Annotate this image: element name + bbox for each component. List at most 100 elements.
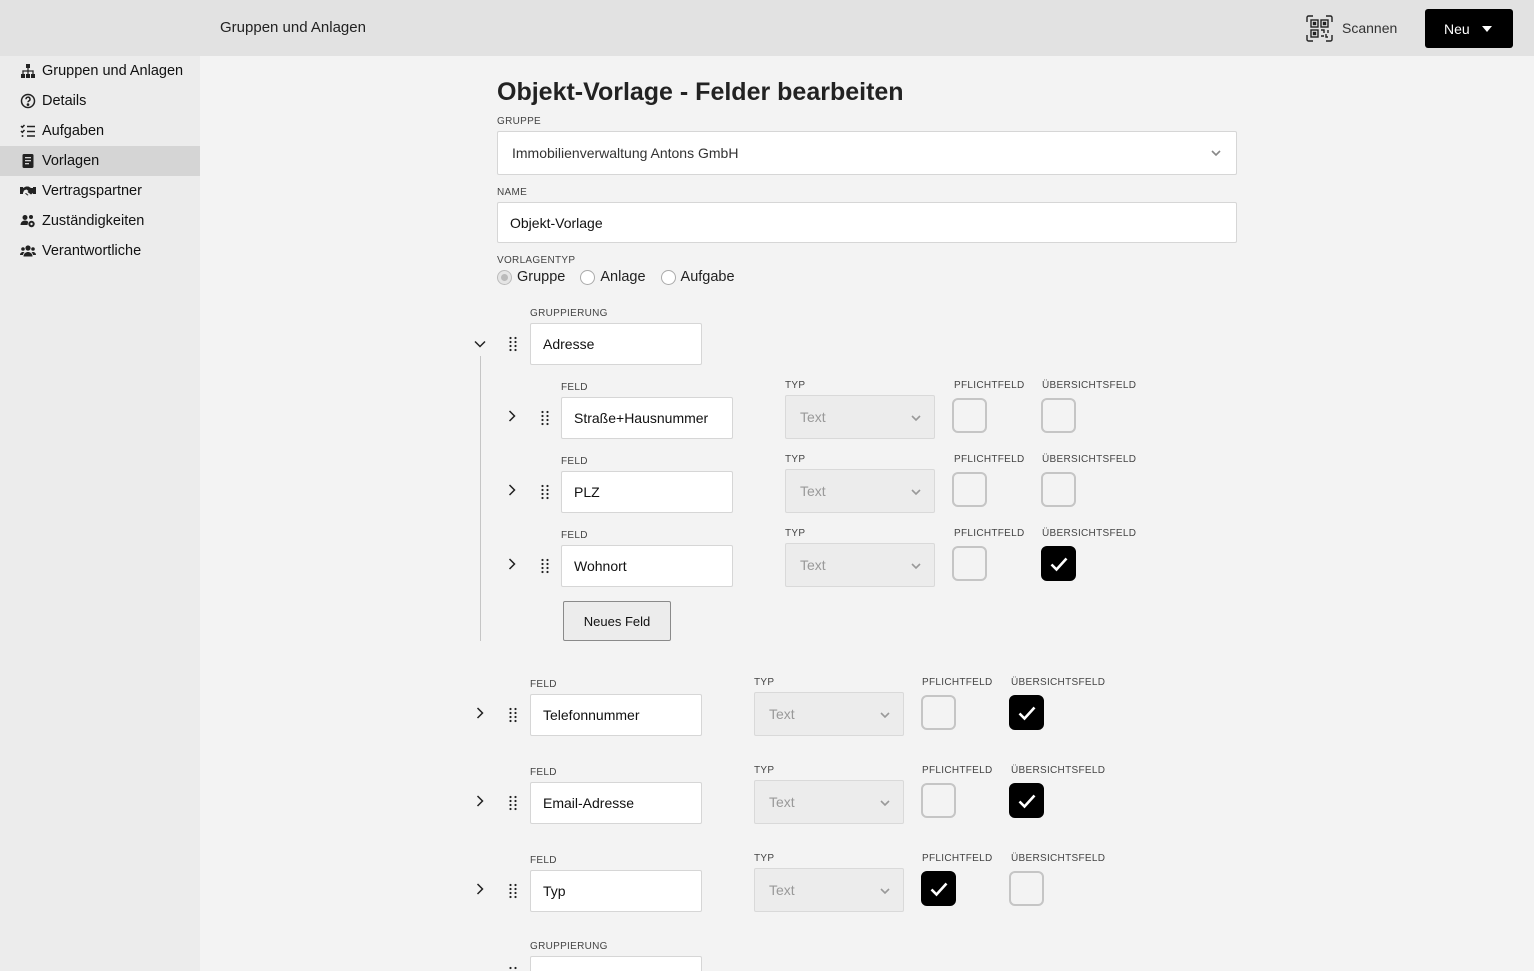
gruppierung-input[interactable]: Adresse bbox=[530, 323, 702, 365]
chevron-down-icon bbox=[1211, 150, 1221, 157]
pflichtfeld-checkbox[interactable] bbox=[921, 783, 956, 818]
group-tree-line bbox=[480, 356, 481, 641]
chevron-right-icon[interactable] bbox=[505, 483, 519, 497]
typ-select-value: Text bbox=[800, 483, 826, 499]
drag-handle-icon[interactable] bbox=[508, 883, 518, 899]
gruppe-select[interactable]: Immobilienverwaltung Antons GmbH bbox=[497, 131, 1237, 175]
typ-select[interactable]: Text bbox=[785, 543, 935, 587]
feld-input-value: Typ bbox=[543, 883, 566, 899]
name-input[interactable]: Objekt-Vorlage bbox=[497, 202, 1237, 243]
question-circle-icon bbox=[20, 93, 36, 109]
typ-select[interactable]: Text bbox=[754, 780, 904, 824]
radio-label: Anlage bbox=[600, 269, 646, 285]
typ-select-value: Text bbox=[769, 706, 795, 722]
feld-input[interactable]: Telefonnummer bbox=[530, 694, 702, 736]
chevron-right-icon[interactable] bbox=[505, 557, 519, 571]
drag-handle-icon[interactable] bbox=[508, 707, 518, 723]
feld-input-value: PLZ bbox=[574, 484, 600, 500]
chevron-down-icon[interactable] bbox=[473, 337, 487, 351]
chevron-down-icon bbox=[911, 489, 921, 496]
radio-anlage[interactable]: Anlage bbox=[580, 269, 646, 285]
drag-handle-icon[interactable] bbox=[540, 484, 550, 500]
feld-input[interactable]: Email-Adresse bbox=[530, 782, 702, 824]
users-gear-icon bbox=[20, 215, 35, 228]
feld-label: FELD bbox=[530, 855, 557, 866]
uebersichtsfeld-checkbox[interactable] bbox=[1041, 472, 1076, 507]
sidebar-item-verantwortliche[interactable]: Verantwortliche bbox=[0, 236, 200, 266]
name-input-value: Objekt-Vorlage bbox=[510, 214, 603, 231]
radio-gruppe[interactable]: Gruppe bbox=[497, 269, 565, 285]
gruppierung-input[interactable] bbox=[530, 956, 702, 971]
pflichtfeld-checkbox[interactable] bbox=[952, 546, 987, 581]
uebersichtsfeld-checkbox[interactable] bbox=[1041, 398, 1076, 433]
list-check-icon bbox=[20, 124, 35, 137]
scan-button[interactable]: Scannen bbox=[1306, 14, 1397, 42]
qr-code-icon bbox=[1306, 14, 1333, 42]
chevron-right-icon[interactable] bbox=[473, 794, 487, 808]
typ-select[interactable]: Text bbox=[754, 692, 904, 736]
add-field-button[interactable]: Neues Feld bbox=[563, 601, 671, 641]
sidebar-item-label: Zuständigkeiten bbox=[42, 213, 145, 229]
drag-handle-icon[interactable] bbox=[540, 558, 550, 574]
feld-input-value: Straße+Hausnummer bbox=[574, 410, 709, 426]
sidebar-item-aufgaben[interactable]: Aufgaben bbox=[0, 116, 200, 146]
feld-input-value: Wohnort bbox=[574, 558, 627, 574]
typ-select-value: Text bbox=[769, 794, 795, 810]
chevron-right-icon[interactable] bbox=[505, 409, 519, 423]
chevron-down-icon bbox=[880, 800, 890, 807]
scan-label: Scannen bbox=[1342, 20, 1398, 36]
checkmark-icon bbox=[930, 882, 948, 897]
sidebar-item-label: Vorlagen bbox=[42, 153, 100, 169]
gruppe-label: GRUPPE bbox=[497, 116, 542, 127]
pflichtfeld-checkbox[interactable] bbox=[952, 398, 987, 433]
typ-select-value: Text bbox=[800, 409, 826, 425]
vorlagentyp-label: VORLAGENTYP bbox=[497, 255, 576, 266]
drag-handle-icon[interactable] bbox=[540, 410, 550, 426]
sidebar-item-label: Verantwortliche bbox=[42, 243, 142, 259]
new-dropdown-button[interactable]: Neu bbox=[1425, 9, 1513, 48]
chevron-down-icon bbox=[880, 888, 890, 895]
checkmark-icon bbox=[1050, 557, 1068, 572]
checkmark-icon bbox=[1018, 706, 1036, 721]
feld-input[interactable]: Straße+Hausnummer bbox=[561, 397, 733, 439]
uebersichtsfeld-checkbox[interactable] bbox=[1041, 546, 1076, 581]
new-button-label: Neu bbox=[1444, 20, 1470, 37]
drag-handle-icon[interactable] bbox=[508, 336, 518, 352]
gruppierung-label: GRUPPIERUNG bbox=[530, 941, 608, 952]
users-icon bbox=[20, 245, 36, 257]
caret-down-icon bbox=[1482, 26, 1492, 32]
chevron-right-icon[interactable] bbox=[473, 882, 487, 896]
sidebar-item-details[interactable]: Details bbox=[0, 86, 200, 116]
gruppierung-input-value: Adresse bbox=[543, 336, 595, 352]
feld-input[interactable]: Typ bbox=[530, 870, 702, 912]
typ-label: TYP bbox=[754, 765, 775, 776]
sidebar-item-vorlagen[interactable]: Vorlagen bbox=[0, 146, 200, 176]
feld-input[interactable]: PLZ bbox=[561, 471, 733, 513]
radio-aufgabe[interactable]: Aufgabe bbox=[660, 269, 735, 285]
feld-label: FELD bbox=[561, 530, 588, 541]
typ-select[interactable]: Text bbox=[785, 395, 935, 439]
pflichtfeld-checkbox[interactable] bbox=[921, 871, 956, 906]
pflichtfeld-label: PFLICHTFELD bbox=[922, 765, 993, 776]
typ-label: TYP bbox=[754, 853, 775, 864]
typ-select[interactable]: Text bbox=[754, 868, 904, 912]
chevron-down-icon bbox=[911, 415, 921, 422]
drag-handle-icon[interactable] bbox=[508, 795, 518, 811]
sidebar-item-label: Details bbox=[42, 93, 87, 109]
uebersichtsfeld-checkbox[interactable] bbox=[1009, 695, 1044, 730]
uebersichtsfeld-label: ÜBERSICHTSFELD bbox=[1011, 765, 1106, 776]
uebersichtsfeld-label: ÜBERSICHTSFELD bbox=[1011, 853, 1106, 864]
typ-select[interactable]: Text bbox=[785, 469, 935, 513]
uebersichtsfeld-checkbox[interactable] bbox=[1009, 871, 1044, 906]
uebersichtsfeld-label: ÜBERSICHTSFELD bbox=[1042, 528, 1137, 539]
chevron-right-icon[interactable] bbox=[473, 706, 487, 720]
uebersichtsfeld-checkbox[interactable] bbox=[1009, 783, 1044, 818]
sidebar-item-gruppen-und-anlagen[interactable]: Gruppen und Anlagen bbox=[0, 56, 200, 86]
pflichtfeld-checkbox[interactable] bbox=[952, 472, 987, 507]
sidebar-item-zustaendigkeiten[interactable]: Zuständigkeiten bbox=[0, 206, 200, 236]
pflichtfeld-checkbox[interactable] bbox=[921, 695, 956, 730]
feld-input[interactable]: Wohnort bbox=[561, 545, 733, 587]
page-title: Objekt-Vorlage - Felder bearbeiten bbox=[497, 78, 904, 106]
drag-handle-icon[interactable] bbox=[508, 966, 518, 971]
sidebar-item-vertragspartner[interactable]: Vertragspartner bbox=[0, 176, 200, 206]
